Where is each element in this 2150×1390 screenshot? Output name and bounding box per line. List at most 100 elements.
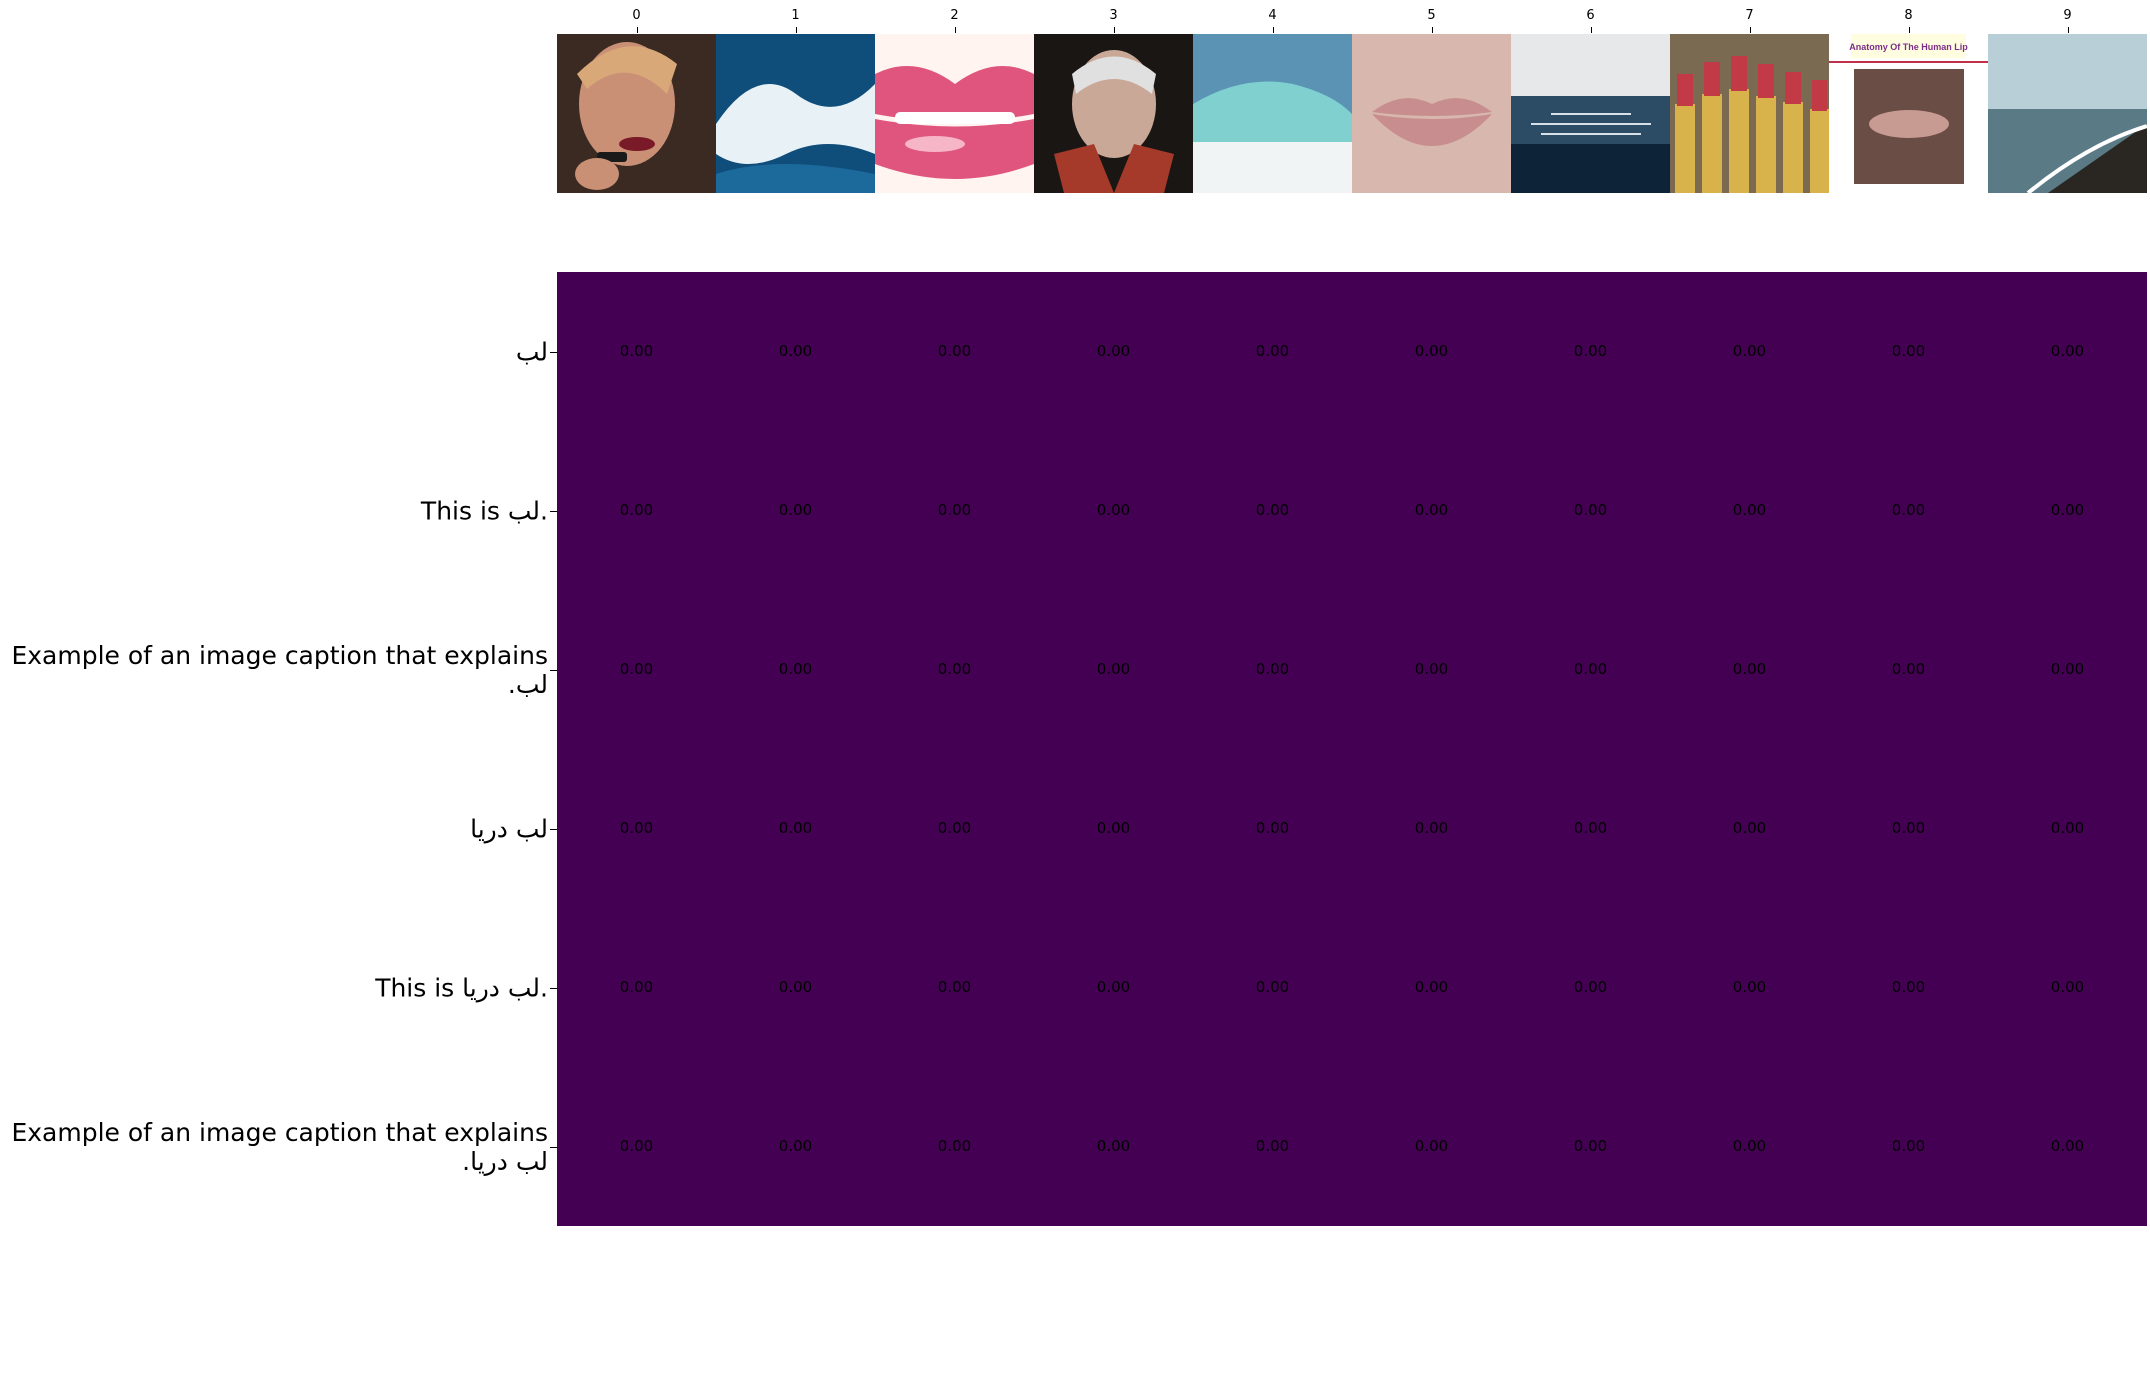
heatmap-value-label: 0.00 — [779, 342, 812, 360]
heatmap-value-label: 0.00 — [1733, 978, 1766, 996]
pink-glossy-lips-photo — [875, 34, 1034, 193]
svg-text:Anatomy Of The Human Lip: Anatomy Of The Human Lip — [1849, 42, 1968, 52]
heatmap-value-label: 0.00 — [620, 978, 653, 996]
heatmap-value-label: 0.00 — [2051, 978, 2084, 996]
column-tick-mark — [1113, 27, 1115, 33]
heatmap-value-label: 0.00 — [1733, 1137, 1766, 1155]
heatmap-value-label: 0.00 — [1256, 660, 1289, 678]
heatmap-value-label: 0.00 — [1574, 819, 1607, 837]
column-tick-mark — [1590, 27, 1592, 33]
heatmap-grid: 0.00 0.00 0.00 0.00 0.00 0.00 0.00 0.00 0.00 0.00… — [557, 272, 2147, 1226]
heatmap-value-label: 0.00 — [1892, 501, 1925, 519]
column-tick-label: 0 — [632, 8, 641, 23]
heatmap-value-label: 0.00 — [1733, 819, 1766, 837]
row-tick-label: This is لب دریا. — [375, 973, 548, 1002]
heatmap-value-label: 0.00 — [1574, 1137, 1607, 1155]
column-tick-label: 2 — [950, 8, 959, 23]
heatmap-value-label: 0.00 — [1097, 978, 1130, 996]
column-tick-label: 4 — [1268, 8, 1277, 23]
heatmap-value-label: 0.00 — [1415, 501, 1448, 519]
column-tick-label: 6 — [1586, 8, 1595, 23]
heatmap-value-label: 0.00 — [620, 1137, 653, 1155]
heatmap-value-label: 0.00 — [938, 1137, 971, 1155]
row-tick-label: This is لب. — [420, 496, 548, 525]
column-tick-mark — [1749, 27, 1751, 33]
row-tick-label: Example of an image caption that explain… — [11, 1117, 548, 1176]
heatmap-value-label: 0.00 — [2051, 342, 2084, 360]
heatmap-value-label: 0.00 — [779, 1137, 812, 1155]
heatmap-value-label: 0.00 — [1415, 978, 1448, 996]
column-tick-mark — [1431, 27, 1433, 33]
heatmap-value-label: 0.00 — [779, 501, 812, 519]
column-image-strip: Anatomy Of The Human Lip — [557, 34, 2147, 193]
heatmap-value-label: 0.00 — [1892, 342, 1925, 360]
heatmap-value-label: 0.00 — [1097, 819, 1130, 837]
heatmap-value-label: 0.00 — [620, 660, 653, 678]
heatmap-value-label: 0.00 — [1256, 501, 1289, 519]
row-tick-mark — [550, 510, 557, 512]
heatmap-value-label: 0.00 — [1574, 660, 1607, 678]
heatmap-value-label: 0.00 — [1892, 1137, 1925, 1155]
heatmap-figure: Anatomy Of The Human Lip 0.00 0.00 0.00 0.0… — [0, 0, 2150, 1390]
heatmap-value-label: 0.00 — [779, 660, 812, 678]
heatmap-value-label: 0.00 — [1574, 501, 1607, 519]
heatmap-value-label: 0.00 — [2051, 1137, 2084, 1155]
heatmap-value-label: 0.00 — [1892, 819, 1925, 837]
heatmap-value-label: 0.00 — [1097, 342, 1130, 360]
heatmap-value-label: 0.00 — [1415, 1137, 1448, 1155]
heatmap-value-label: 0.00 — [1733, 501, 1766, 519]
column-tick-mark — [954, 27, 956, 33]
woman-applying-lipstick-photo — [557, 34, 716, 193]
turquoise-wave-photo — [1193, 34, 1352, 193]
column-tick-mark — [1272, 27, 1274, 33]
heatmap-value-label: 0.00 — [1892, 660, 1925, 678]
column-tick-label: 9 — [2063, 8, 2072, 23]
heatmap-value-label: 0.00 — [1415, 660, 1448, 678]
heatmap-value-label: 0.00 — [620, 501, 653, 519]
column-tick-mark — [636, 27, 638, 33]
row-tick-label: لب — [515, 337, 548, 366]
row-tick-mark — [550, 828, 557, 830]
heatmap-value-label: 0.00 — [1256, 978, 1289, 996]
heatmap-value-label: 0.00 — [1574, 342, 1607, 360]
column-tick-mark — [2067, 27, 2069, 33]
natural-lips-closeup-photo — [1352, 34, 1511, 193]
heatmap-value-label: 0.00 — [1574, 978, 1607, 996]
heatmap-value-label: 0.00 — [1415, 819, 1448, 837]
row-tick-label: لب دریا — [470, 814, 548, 843]
beach-shoreline-photo — [1988, 34, 2147, 193]
column-tick-mark — [1908, 27, 1910, 33]
heatmap-value-label: 0.00 — [1892, 978, 1925, 996]
lipstick-tubes-photo — [1670, 34, 1829, 193]
heatmap-value-label: 0.00 — [620, 342, 653, 360]
ocean-wave-photo — [716, 34, 875, 193]
column-tick-label: 1 — [791, 8, 800, 23]
elderly-man-portrait-photo — [1034, 34, 1193, 193]
heatmap-value-label: 0.00 — [1256, 342, 1289, 360]
heatmap-value-label: 0.00 — [1256, 1137, 1289, 1155]
heatmap-value-label: 0.00 — [1097, 501, 1130, 519]
heatmap-value-label: 0.00 — [938, 501, 971, 519]
sea-horizon-photo — [1511, 34, 1670, 193]
row-tick-mark — [550, 1146, 557, 1148]
heatmap-value-label: 0.00 — [1097, 660, 1130, 678]
heatmap-value-label: 0.00 — [1415, 342, 1448, 360]
heatmap-value-label: 0.00 — [1733, 342, 1766, 360]
heatmap-value-label: 0.00 — [938, 978, 971, 996]
column-tick-label: 7 — [1745, 8, 1754, 23]
column-tick-label: 3 — [1109, 8, 1118, 23]
column-tick-label: 8 — [1904, 8, 1913, 23]
heatmap-value-label: 0.00 — [1733, 660, 1766, 678]
heatmap-value-label: 0.00 — [2051, 660, 2084, 678]
heatmap-value-label: 0.00 — [779, 819, 812, 837]
heatmap-value-label: 0.00 — [1097, 1137, 1130, 1155]
heatmap-value-label: 0.00 — [1256, 819, 1289, 837]
lip-anatomy-diagram: Anatomy Of The Human Lip — [1829, 34, 1988, 193]
row-tick-mark — [550, 987, 557, 989]
column-tick-label: 5 — [1427, 8, 1436, 23]
row-tick-mark — [550, 351, 557, 353]
heatmap-value-label: 0.00 — [620, 819, 653, 837]
heatmap-value-label: 0.00 — [2051, 501, 2084, 519]
heatmap-value-label: 0.00 — [2051, 819, 2084, 837]
heatmap-value-label: 0.00 — [779, 978, 812, 996]
